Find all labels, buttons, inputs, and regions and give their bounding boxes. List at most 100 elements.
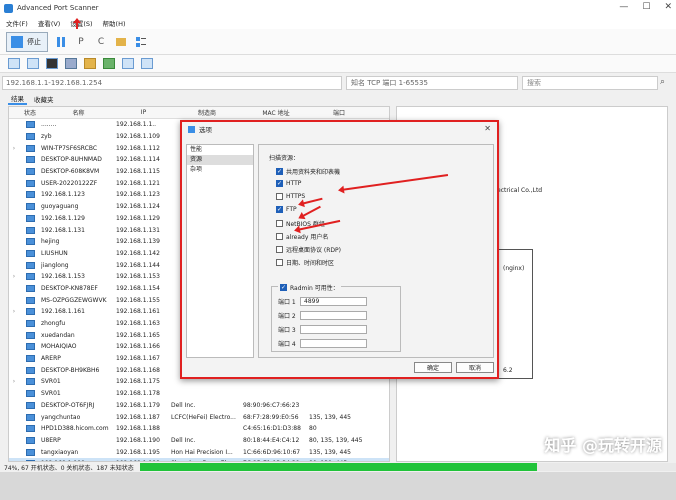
column-status[interactable]: 状态 [19, 108, 41, 117]
port-2-input[interactable] [300, 311, 367, 320]
column-mac[interactable]: MAC 地址 [243, 108, 309, 117]
host-name: jianglong [41, 261, 69, 269]
tab-favorites[interactable]: 收藏夹 [31, 94, 57, 104]
dialog-close-icon[interactable]: ✕ [484, 124, 491, 133]
network-icon[interactable] [65, 58, 77, 69]
computer-icon [25, 144, 35, 152]
option-checkbox[interactable] [276, 246, 283, 253]
ok-button[interactable]: 确定 [414, 362, 452, 373]
stop-icon [11, 35, 23, 48]
share-icon[interactable] [122, 58, 134, 69]
host-ip: 192.168.1.188 [116, 425, 160, 433]
table-row[interactable]: SVR01 192.168.1.178 [9, 388, 389, 400]
host-name: SVR01 [41, 378, 61, 386]
secondary-toolbar [0, 55, 676, 73]
option-checkbox[interactable] [276, 220, 283, 227]
host-ip: 192.168.1.163 [116, 320, 160, 328]
column-manufacturer[interactable]: 制造商 [171, 108, 243, 117]
maximize-button[interactable]: ☐ [642, 2, 650, 12]
column-ports[interactable]: 端口 [309, 108, 369, 117]
host-ports: 135, 139, 445 [309, 448, 351, 456]
ip-range-input[interactable]: 192.168.1.1-192.168.1.254 [2, 76, 342, 90]
nav-item-resources[interactable]: 资源 [187, 155, 253, 165]
port-range-input[interactable]: 知名 TCP 端口 1-65535 [346, 76, 518, 90]
minimize-button[interactable]: — [619, 2, 628, 12]
menu-help[interactable]: 帮助(H) [103, 18, 126, 28]
host-ip: 192.168.1.112 [116, 144, 160, 152]
search-input[interactable]: 搜索 [522, 76, 658, 90]
table-row[interactable]: HPD1D388.hicom.com 192.168.1.188 C4:65:16:… [9, 423, 389, 435]
port-1-input[interactable]: 4899 [300, 297, 367, 306]
expand-toggle[interactable]: › [9, 378, 19, 385]
option-checkbox[interactable] [276, 259, 283, 266]
host-name: zhongfu [41, 320, 66, 328]
ip-icon[interactable]: P [74, 35, 88, 49]
table-row[interactable]: yangchuntao 192.168.1.187 LCFC(HeFei) Elec… [9, 411, 389, 423]
radmin-option[interactable]: ✓ Radmin 可用性： [278, 283, 341, 292]
menu-view[interactable]: 查看(V) [38, 18, 61, 28]
host-name: 192.168.1.131 [41, 226, 85, 234]
scan-option[interactable]: already 用户名 [276, 232, 328, 241]
computer-icon [25, 133, 35, 141]
subnet-icon[interactable]: C [94, 35, 108, 49]
radmin-icon[interactable] [103, 58, 115, 69]
computer-icon [25, 308, 35, 316]
scan-option[interactable]: ✓ FTP [276, 206, 297, 213]
option-label: 远程桌面协议 (RDP) [286, 247, 341, 254]
computer-icon[interactable] [8, 58, 20, 69]
radmin-checkbox[interactable]: ✓ [280, 284, 287, 291]
option-checkbox[interactable] [276, 193, 283, 200]
scan-option[interactable]: 远程桌面协议 (RDP) [276, 245, 341, 254]
option-checkbox[interactable] [276, 233, 283, 240]
column-name[interactable]: 名称 [41, 108, 116, 117]
scan-option[interactable]: 日期、时间和时区 [276, 258, 334, 267]
port-4-input[interactable] [300, 339, 367, 348]
dialog-title: 选项 [199, 126, 212, 134]
terminal-icon[interactable] [46, 58, 58, 69]
host-ip: 192.168.1.165 [116, 331, 160, 339]
computer-icon [25, 436, 35, 444]
expand-toggle[interactable]: › [9, 273, 19, 280]
computer-icon [25, 168, 35, 176]
host-ip: 192.168.1.154 [116, 284, 160, 292]
stop-button[interactable]: 停止 [6, 31, 48, 52]
table-row[interactable]: U8ERP 192.168.1.190 Dell Inc. 80:18:44:E4:C… [9, 435, 389, 447]
monitor-icon[interactable] [27, 58, 39, 69]
nav-item-misc[interactable]: 杂项 [187, 165, 253, 175]
collapse-icon[interactable] [134, 35, 148, 49]
computer-icon [25, 448, 35, 456]
nav-item-performance[interactable]: 性能 [187, 145, 253, 155]
expand-toggle[interactable]: › [9, 145, 19, 152]
host-name: DESKTOP-608K8VM [41, 168, 100, 176]
scan-option[interactable]: ✓ 共用资料夹和印表機 [276, 167, 340, 176]
tab-results[interactable]: 结果 [8, 93, 27, 105]
port-3-input[interactable] [300, 325, 367, 334]
cancel-button[interactable]: 取消 [456, 362, 494, 373]
pause-icon[interactable] [54, 35, 68, 49]
close-button[interactable]: ✕ [664, 2, 672, 12]
comment-icon[interactable] [141, 58, 153, 69]
host-name: 192.168.1.123 [41, 191, 85, 199]
table-row[interactable]: tangxiaoyan 192.168.1.195 Hon Hai Precisio… [9, 446, 389, 458]
host-name: DESKTOP-KN878EF [41, 284, 98, 292]
expand-icon[interactable] [114, 35, 128, 49]
computer-icon [25, 249, 35, 257]
status-icon [19, 425, 41, 433]
scan-option[interactable]: ✓ HTTP [276, 180, 301, 187]
column-ip[interactable]: IP [116, 109, 171, 116]
host-name: hejing [41, 238, 60, 246]
expand-toggle[interactable]: › [9, 308, 19, 315]
menu-file[interactable]: 文件(F) [6, 18, 28, 28]
search-icon[interactable]: ⌕ [660, 77, 665, 87]
annotation-arrow-3 [300, 205, 321, 218]
option-checkbox[interactable]: ✓ [276, 206, 283, 213]
host-ip: 192.168.1.142 [116, 249, 160, 257]
port-row-4: 端口 4 [278, 339, 367, 348]
option-checkbox[interactable]: ✓ [276, 180, 283, 187]
table-row[interactable]: DESKTOP-OT6FJRJ 192.168.1.179 Dell Inc. 98:… [9, 400, 389, 412]
host-ip: 192.168.1.153 [116, 273, 160, 281]
computer-icon [25, 355, 35, 363]
host-name: WIN-TP7SF6SRCBC [41, 144, 98, 152]
option-checkbox[interactable]: ✓ [276, 168, 283, 175]
ftp-icon[interactable] [84, 58, 96, 69]
